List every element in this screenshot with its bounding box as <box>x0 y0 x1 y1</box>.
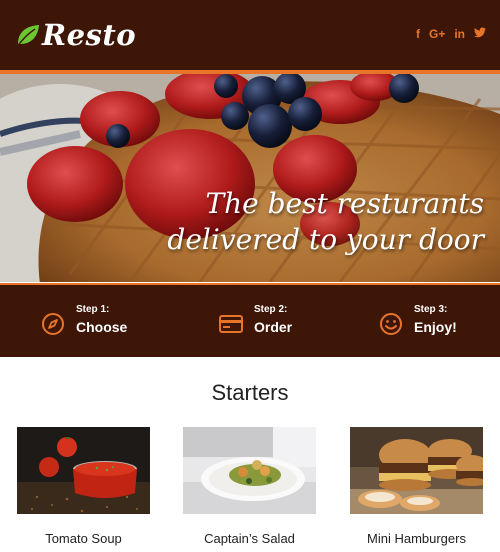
starters-title: Starters <box>211 380 289 405</box>
step-value: Order <box>254 319 293 335</box>
twitter-icon[interactable] <box>474 26 486 42</box>
compass-icon <box>42 313 64 335</box>
credit-card-icon <box>219 315 243 333</box>
hero-tagline: The best resturants delivered to your do… <box>124 186 484 258</box>
mini-hamburgers-photo <box>350 427 483 514</box>
linkedin-icon[interactable]: in <box>454 26 465 42</box>
hero-tagline-line1: The best resturants <box>205 187 484 220</box>
step-label: Step 1: <box>76 304 110 315</box>
step-label: Step 3: <box>414 304 448 315</box>
step-order: Step 2: Order <box>218 303 292 337</box>
brand-logo[interactable]: Resto <box>16 14 136 56</box>
site-header: Resto f G+ in <box>0 0 500 70</box>
step-value: Choose <box>76 319 128 335</box>
facebook-icon[interactable]: f <box>416 26 420 42</box>
step-value: Enjoy! <box>414 319 457 335</box>
menu-card-mini-hamburgers[interactable]: Mini Hamburgers <box>350 427 483 546</box>
menu-card-tomato-soup[interactable]: Tomato Soup <box>17 427 150 546</box>
card-name: Mini Hamburgers <box>367 531 466 546</box>
captains-salad-photo <box>183 427 316 514</box>
social-links: f G+ in <box>416 26 486 42</box>
smiley-icon <box>380 313 402 335</box>
brand-name: Resto <box>42 18 137 52</box>
hero-tagline-line2: delivered to your door <box>167 223 484 256</box>
leaf-icon <box>18 25 39 45</box>
hero-banner: The best resturants delivered to your do… <box>0 74 500 282</box>
steps-bar: Step 1: Choose Step 2: Order Step 3: Enj… <box>0 283 500 357</box>
google-plus-icon[interactable]: G+ <box>429 26 445 42</box>
card-name: Tomato Soup <box>45 531 122 546</box>
step-label: Step 2: <box>254 304 288 315</box>
menu-card-captains-salad[interactable]: Captain’s Salad <box>183 427 316 546</box>
tomato-soup-photo <box>17 427 150 514</box>
card-name: Captain’s Salad <box>204 531 295 546</box>
step-choose: Step 1: Choose <box>40 303 127 337</box>
step-enjoy: Step 3: Enjoy! <box>378 303 457 337</box>
